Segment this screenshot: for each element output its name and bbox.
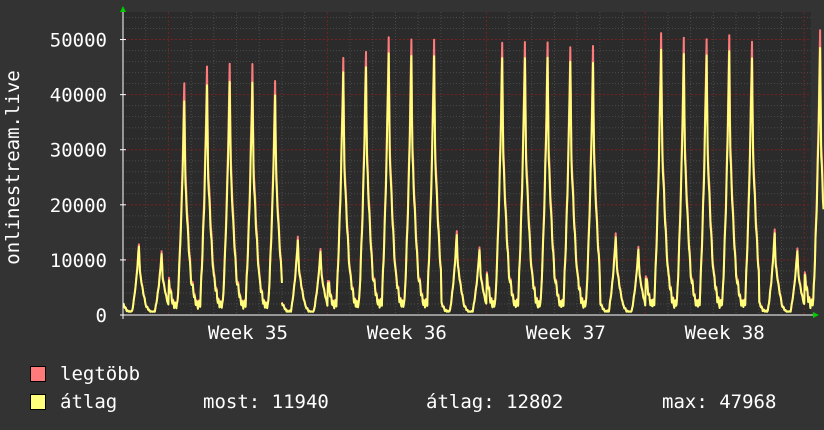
y-axis-arrow (120, 6, 126, 12)
legend-item-max: legtöbb (30, 363, 140, 385)
stat-current: most: 11940 (203, 391, 329, 413)
traffic-chart: 01000020000300004000050000 Week 35 Week 3… (2, 6, 824, 344)
x-tick-label: Week 38 (685, 322, 765, 344)
y-tick-label: 0 (96, 305, 107, 327)
x-axis-arrow (813, 312, 819, 318)
legend-label-max: legtöbb (60, 363, 141, 385)
stat-average: átlag: 12802 (426, 391, 564, 413)
legend-swatch-avg (30, 394, 46, 410)
x-tick-labels: Week 35 Week 36 Week 37 Week 38 (208, 322, 765, 344)
y-tick-label: 40000 (50, 85, 107, 107)
x-tick-label: Week 36 (367, 322, 447, 344)
y-axis-label: onlinestream.live (2, 70, 24, 264)
y-tick-label: 50000 (50, 30, 107, 52)
legend-item-avg: átlag (30, 391, 117, 413)
y-tick-labels: 0 10000 20000 30000 40000 50000 (50, 30, 107, 327)
x-tick-label: Week 37 (526, 322, 606, 344)
stat-max: max: 47968 (662, 391, 777, 413)
y-tick-label: 30000 (50, 140, 107, 162)
legend-label-avg: átlag (60, 391, 118, 413)
legend-swatch-max (30, 366, 46, 382)
y-tick-label: 10000 (50, 250, 107, 272)
x-tick-label: Week 35 (208, 322, 288, 344)
y-tick-label: 20000 (50, 195, 107, 217)
